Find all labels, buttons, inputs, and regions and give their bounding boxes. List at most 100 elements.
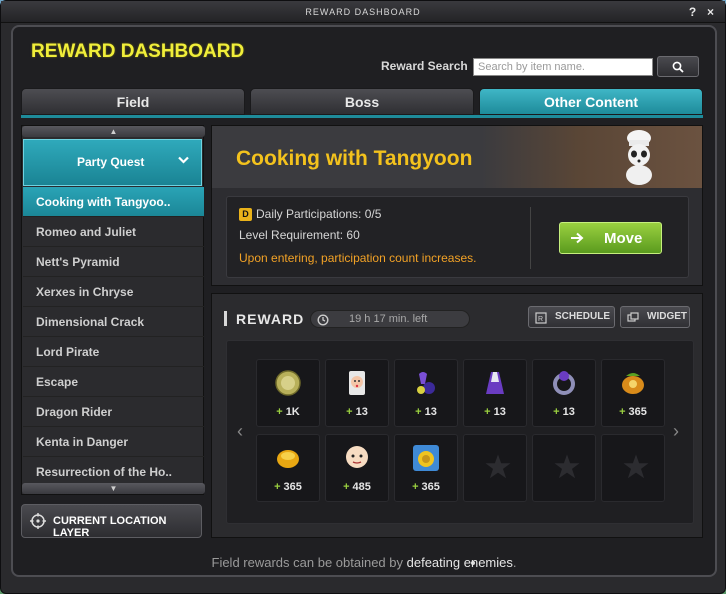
tab-bar: Field Boss Other Content xyxy=(21,88,703,115)
reward-title: REWARD xyxy=(236,311,305,327)
reward-title-bar xyxy=(224,311,227,326)
arrow-right-icon xyxy=(571,232,584,244)
clock-icon xyxy=(317,314,329,326)
tab-boss[interactable]: Boss xyxy=(250,88,474,115)
reward-slot[interactable]: +365 xyxy=(601,359,665,427)
next-page-button[interactable]: › xyxy=(673,421,679,442)
scroll-up-button[interactable]: ▲ xyxy=(22,126,205,137)
reward-slot-empty xyxy=(532,434,596,502)
scroll-down-button[interactable]: ▼ xyxy=(22,483,205,494)
reward-slot[interactable]: +365 xyxy=(394,434,458,502)
prev-page-button[interactable]: ‹ xyxy=(237,421,243,442)
schedule-button[interactable]: R SCHEDULE xyxy=(528,306,615,328)
location-button-label: CURRENT LOCATION LAYER xyxy=(53,515,167,539)
move-button[interactable]: Move xyxy=(559,222,662,254)
reward-quantity: +1K xyxy=(276,406,300,418)
close-button[interactable]: × xyxy=(705,4,717,20)
chevron-down-icon: ▼ xyxy=(109,484,118,493)
list-item[interactable]: Dimensional Crack xyxy=(23,307,204,337)
reward-slot-empty xyxy=(463,434,527,502)
footer-highlight: defeating enemies xyxy=(406,555,513,570)
reward-slot[interactable]: +13 xyxy=(532,359,596,427)
purple-potion-icon xyxy=(417,372,435,394)
widget-button[interactable]: WIDGET xyxy=(620,306,690,328)
empty-slot-icon xyxy=(623,454,649,479)
category-label: Party Quest xyxy=(77,155,145,169)
daily-participations-text: Daily Participations: 0/5 xyxy=(256,207,382,221)
reward-quantity: +365 xyxy=(619,406,647,418)
participation-warning: Upon entering, participation count incre… xyxy=(239,251,477,265)
reward-slot[interactable]: +365 xyxy=(256,434,320,502)
crosshair-icon xyxy=(30,513,46,529)
tab-underline xyxy=(21,115,703,118)
window-titlebar: REWARD DASHBOARD ? × xyxy=(1,1,725,23)
footer-prefix: Field rewards can be obtained by xyxy=(211,555,407,570)
daily-participations: D Daily Participations: 0/5 xyxy=(239,207,382,222)
current-location-layer-button[interactable]: CURRENT LOCATION LAYER xyxy=(21,504,202,539)
gold-coin-icon xyxy=(275,370,301,396)
info-box: D Daily Participations: 0/5 Level Require… xyxy=(226,196,689,278)
golden-bun-icon xyxy=(277,450,299,468)
list-item[interactable]: Xerxes in Chryse xyxy=(23,277,204,307)
reward-slot[interactable]: +13 xyxy=(463,359,527,427)
footer-note: Field rewards can be obtained by defeati… xyxy=(11,547,717,579)
chevron-up-icon: ▲ xyxy=(109,127,118,136)
level-requirement: Level Requirement: 60 xyxy=(239,228,360,242)
reward-quantity: +13 xyxy=(553,406,575,418)
footer-suffix: . xyxy=(512,555,517,570)
reward-slot-empty xyxy=(601,434,665,502)
reward-quantity: +13 xyxy=(415,406,437,418)
time-left: 19 h 17 min. left xyxy=(349,313,428,325)
list-item[interactable]: Dragon Rider xyxy=(23,397,204,427)
reward-quantity: +365 xyxy=(274,481,302,493)
doll-tag-icon xyxy=(349,371,365,395)
tab-field[interactable]: Field xyxy=(21,88,245,115)
divider xyxy=(530,207,531,269)
reward-quantity: +13 xyxy=(346,406,368,418)
page-title: REWARD DASHBOARD xyxy=(31,41,245,62)
category-dropdown[interactable]: Party Quest xyxy=(23,139,202,186)
list-item[interactable]: Lord Pirate xyxy=(23,337,204,367)
reward-slot[interactable]: +1K xyxy=(256,359,320,427)
chef-panda-icon xyxy=(626,130,652,185)
content-header-card: Cooking with Tangyoon D Daily Participati… xyxy=(211,125,703,286)
reward-slot[interactable]: +13 xyxy=(394,359,458,427)
schedule-icon: R xyxy=(535,312,547,324)
reward-quantity: +365 xyxy=(412,481,440,493)
widget-icon xyxy=(627,312,639,322)
search-icon xyxy=(672,61,684,73)
content-sidebar: ▲ Party Quest Cooking with Tangyoo.. Rom… xyxy=(21,125,205,495)
widget-label: WIDGET xyxy=(647,311,687,322)
reward-card: REWARD 19 h 17 min. left R SCHEDULE WIDG… xyxy=(211,293,703,565)
fruit-bowl-icon xyxy=(622,373,644,394)
content-list: Cooking with Tangyoo.. Romeo and Juliet … xyxy=(23,187,204,487)
reward-slot[interactable]: +13 xyxy=(325,359,389,427)
content-title: Cooking with Tangyoon xyxy=(236,147,473,170)
reward-slot[interactable]: +485 xyxy=(325,434,389,502)
list-item[interactable]: Romeo and Juliet xyxy=(23,217,204,247)
reward-quantity: +485 xyxy=(343,481,371,493)
reward-dashboard-window: REWARD DASHBOARD ? × REWARD DASHBOARD Re… xyxy=(0,0,726,594)
coin-card-icon xyxy=(413,445,439,471)
search-input[interactable] xyxy=(473,58,653,76)
daily-badge: D xyxy=(239,208,252,222)
time-left-pill: 19 h 17 min. left xyxy=(310,310,470,328)
empty-slot-icon xyxy=(485,454,511,479)
face-icon xyxy=(346,446,368,468)
list-item[interactable]: Escape xyxy=(23,367,204,397)
list-item[interactable]: Kenta in Danger xyxy=(23,427,204,457)
help-button[interactable]: ? xyxy=(687,4,699,20)
reward-grid-wrap: ‹ › +1K + 13 + 13 + 13 + 13 + 365 + 365 … xyxy=(226,340,694,565)
schedule-label: SCHEDULE xyxy=(555,311,611,322)
tab-other-content[interactable]: Other Content xyxy=(479,88,703,115)
list-item[interactable]: Nett's Pyramid xyxy=(23,247,204,277)
chevron-down-icon xyxy=(178,156,189,164)
empty-slot-icon xyxy=(554,454,580,479)
reward-quantity: +13 xyxy=(484,406,506,418)
purple-ring-icon xyxy=(553,371,575,395)
move-label: Move xyxy=(604,230,643,247)
window-title: REWARD DASHBOARD xyxy=(305,7,421,17)
list-item[interactable]: Cooking with Tangyoo.. xyxy=(23,187,204,217)
svg-text:R: R xyxy=(538,316,543,323)
search-button[interactable] xyxy=(657,56,699,77)
